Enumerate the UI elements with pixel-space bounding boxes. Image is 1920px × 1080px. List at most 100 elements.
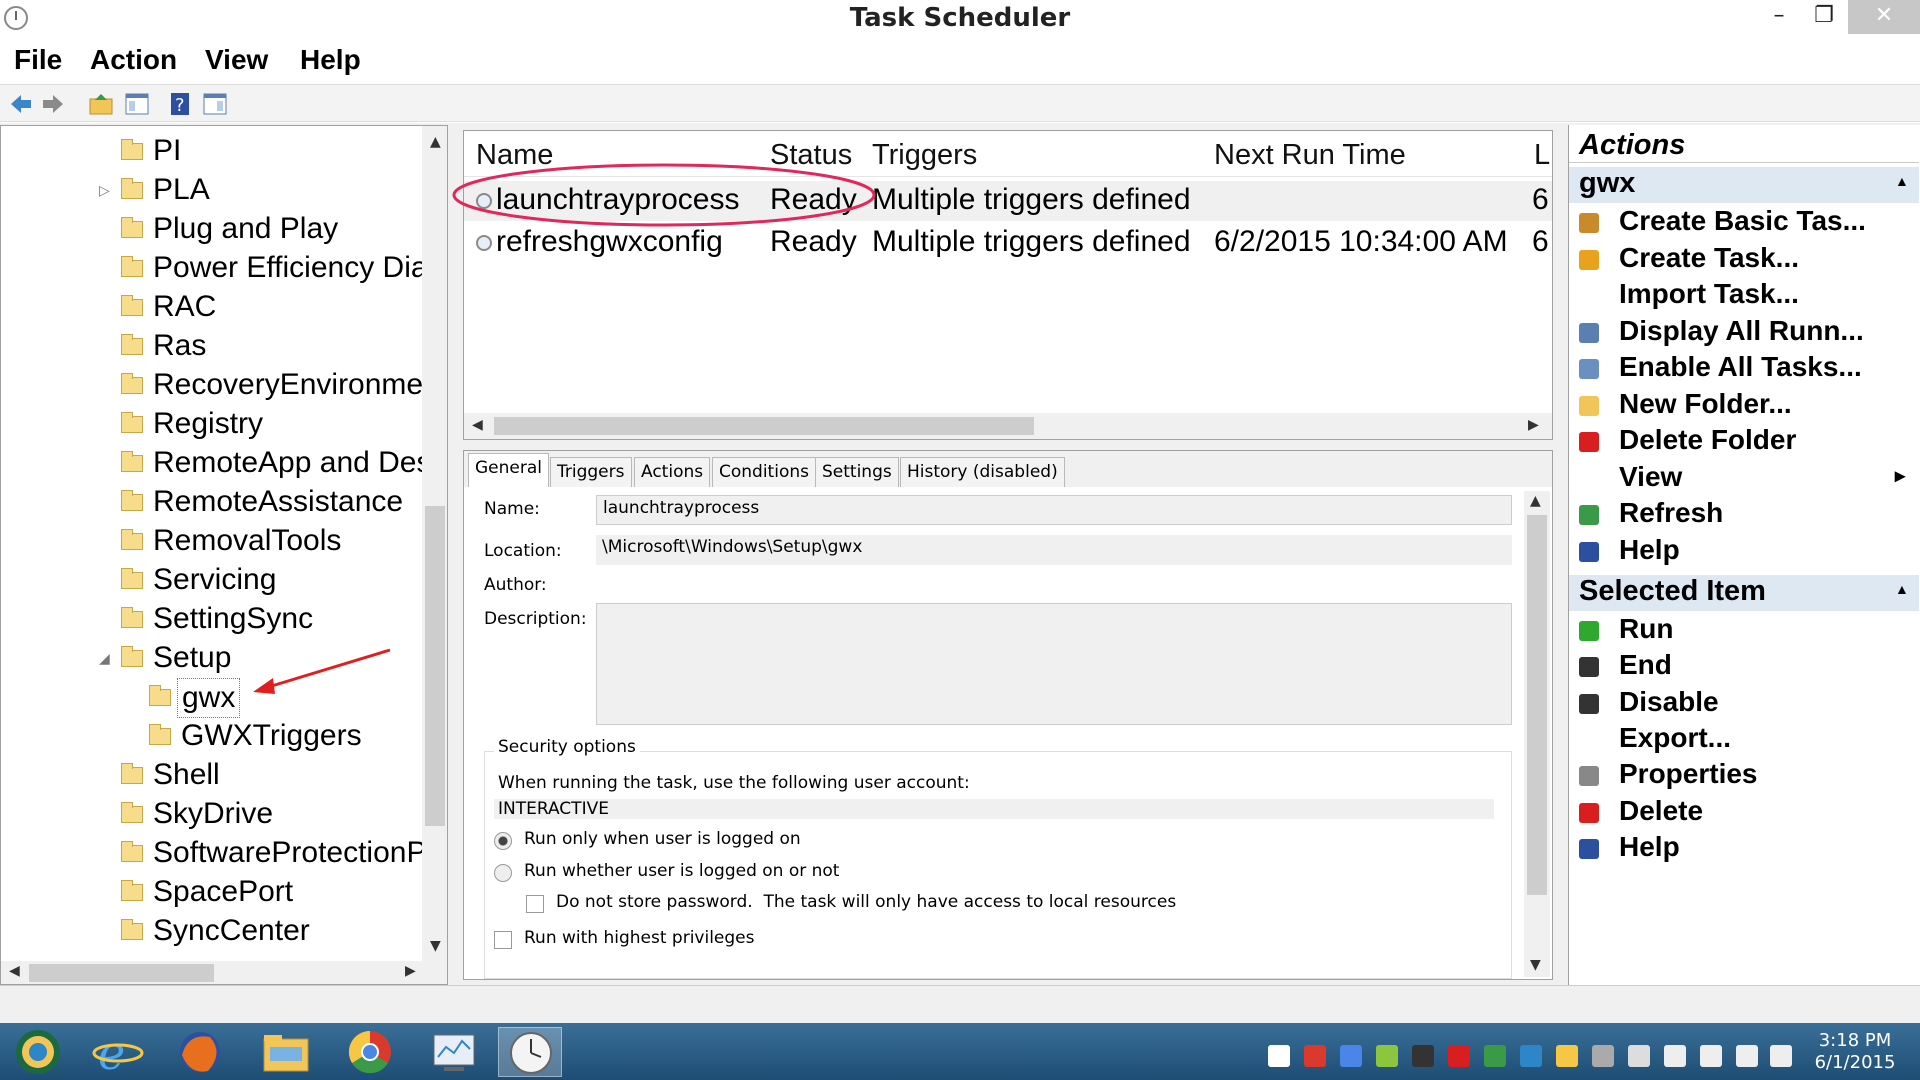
internet-explorer-icon[interactable]: e: [88, 1026, 148, 1080]
column-header-next-run-time[interactable]: Next Run Time: [1214, 139, 1406, 172]
scroll-up-icon[interactable]: ▲: [1530, 493, 1541, 509]
description-field[interactable]: [596, 603, 1512, 725]
show-hide-action-pane-icon[interactable]: [200, 89, 228, 117]
tree-horizontal-scrollbar[interactable]: ◀ ▶: [1, 961, 447, 984]
tree-item[interactable]: Registry: [1, 405, 421, 443]
action-item[interactable]: Enable All Tasks...: [1569, 351, 1919, 387]
network-icon[interactable]: [1736, 1045, 1758, 1067]
menu-help[interactable]: Help: [300, 44, 361, 76]
bluetooth-icon[interactable]: [1628, 1045, 1650, 1067]
action-item[interactable]: View ▸: [1569, 461, 1919, 497]
action-item[interactable]: Properties: [1569, 758, 1919, 794]
taskbar-clock[interactable]: 3:18 PM 6/1/2015: [1800, 1030, 1910, 1074]
scroll-down-icon[interactable]: ▼: [430, 938, 441, 954]
tree-item[interactable]: RecoveryEnvironmer: [1, 366, 433, 404]
scroll-right-icon[interactable]: ▶: [1528, 417, 1539, 433]
scroll-thumb[interactable]: [494, 417, 1034, 435]
action-item[interactable]: Create Basic Tas...: [1569, 205, 1919, 241]
tab-triggers[interactable]: Triggers: [550, 457, 632, 487]
firefox-icon[interactable]: [170, 1027, 230, 1077]
tree-item[interactable]: GWXTriggers: [1, 717, 421, 755]
tree-item[interactable]: PI: [1, 132, 421, 170]
up-folder-icon[interactable]: [86, 89, 114, 117]
task-scheduler-icon[interactable]: [498, 1027, 562, 1077]
volume-icon[interactable]: [1770, 1045, 1792, 1067]
tree-item[interactable]: RemovalTools: [1, 522, 421, 560]
chrome-icon[interactable]: [340, 1027, 400, 1077]
tree-item[interactable]: SyncCenter: [1, 912, 421, 950]
name-field[interactable]: launchtrayprocess: [596, 495, 1512, 525]
action-item[interactable]: Delete Folder: [1569, 424, 1919, 460]
tab-history[interactable]: History (disabled): [900, 457, 1065, 487]
minimize-button[interactable]: –: [1755, 0, 1803, 34]
tree-vertical-scrollbar[interactable]: ▲ ▼: [422, 126, 447, 961]
tree-item[interactable]: Shell: [1, 756, 421, 794]
help-icon[interactable]: ?: [166, 89, 194, 117]
scroll-thumb[interactable]: [29, 964, 214, 982]
tree-item[interactable]: Plug and Play: [1, 210, 421, 248]
tray-icon[interactable]: [1304, 1045, 1326, 1067]
tray-icon[interactable]: [1556, 1045, 1578, 1067]
menu-view[interactable]: View: [205, 44, 268, 76]
checkbox-highest-privileges[interactable]: [494, 931, 512, 949]
tree-item[interactable]: Servicing: [1, 561, 421, 599]
scroll-right-icon[interactable]: ▶: [405, 963, 416, 979]
action-item[interactable]: Help: [1569, 534, 1919, 570]
tree-item[interactable]: SoftwareProtectionP: [1, 834, 426, 872]
column-header-last-run[interactable]: L: [1534, 139, 1550, 172]
tab-actions[interactable]: Actions: [634, 457, 711, 487]
collapse-icon[interactable]: ▲: [1895, 581, 1909, 597]
action-item[interactable]: Refresh: [1569, 497, 1919, 533]
close-button[interactable]: ✕: [1848, 0, 1920, 34]
back-arrow-icon[interactable]: [6, 89, 34, 117]
tree-item[interactable]: Ras: [1, 327, 421, 365]
tray-icon[interactable]: [1592, 1045, 1614, 1067]
tasks-horizontal-scrollbar[interactable]: ◀ ▶: [464, 413, 1552, 439]
action-item[interactable]: End: [1569, 649, 1919, 685]
action-item[interactable]: Delete: [1569, 795, 1919, 831]
start-orb-icon[interactable]: [8, 1027, 68, 1077]
windows-flag-icon[interactable]: [1268, 1045, 1290, 1067]
scroll-thumb[interactable]: [1527, 515, 1547, 895]
forward-arrow-icon[interactable]: [38, 89, 66, 117]
show-hide-console-tree-icon[interactable]: [122, 89, 150, 117]
tree-item[interactable]: ▷ PLA: [1, 171, 421, 209]
flag-icon[interactable]: [1700, 1045, 1722, 1067]
action-item[interactable]: Run: [1569, 613, 1919, 649]
action-item[interactable]: Export...: [1569, 722, 1919, 758]
action-item[interactable]: New Folder...: [1569, 388, 1919, 424]
collapse-icon[interactable]: ▲: [1895, 173, 1909, 189]
tree-item[interactable]: RemoteAssistance: [1, 483, 421, 521]
checkbox-no-store-password[interactable]: [526, 895, 544, 913]
tree-item[interactable]: SpacePort: [1, 873, 421, 911]
action-item[interactable]: Help: [1569, 831, 1919, 867]
tree-expander-icon[interactable]: ▷: [99, 171, 110, 209]
file-explorer-icon[interactable]: [256, 1027, 316, 1077]
scroll-down-icon[interactable]: ▼: [1530, 957, 1541, 973]
tab-general[interactable]: General: [468, 453, 549, 487]
tree-expander-icon[interactable]: ◢: [99, 639, 110, 677]
tree-item[interactable]: SettingSync: [1, 600, 421, 638]
tree-item[interactable]: RemoteApp and Des: [1, 444, 432, 482]
column-header-triggers[interactable]: Triggers: [872, 139, 977, 172]
tree-item[interactable]: SkyDrive: [1, 795, 421, 833]
tray-icon[interactable]: [1376, 1045, 1398, 1067]
tab-settings[interactable]: Settings: [815, 457, 899, 487]
folder-tree[interactable]: PI ▷ PLA Plug and Play Power Efficiency Dia R…: [0, 125, 448, 985]
performance-monitor-icon[interactable]: [424, 1027, 484, 1077]
scroll-left-icon[interactable]: ◀: [472, 417, 483, 433]
tree-item[interactable]: RAC: [1, 288, 421, 326]
scroll-thumb[interactable]: [425, 506, 445, 826]
tab-conditions[interactable]: Conditions: [712, 457, 816, 487]
menu-action[interactable]: Action: [90, 44, 177, 76]
details-vertical-scrollbar[interactable]: ▲ ▼: [1524, 491, 1550, 977]
radio-logged-on[interactable]: [494, 832, 512, 850]
tray-icon[interactable]: [1412, 1045, 1434, 1067]
action-item[interactable]: Disable: [1569, 686, 1919, 722]
tray-icon[interactable]: [1520, 1045, 1542, 1067]
menu-file[interactable]: File: [14, 44, 62, 76]
scroll-up-icon[interactable]: ▲: [430, 134, 441, 150]
maximize-button[interactable]: ❐: [1800, 0, 1848, 34]
action-item[interactable]: Import Task...: [1569, 278, 1919, 314]
tray-icon[interactable]: [1484, 1045, 1506, 1067]
